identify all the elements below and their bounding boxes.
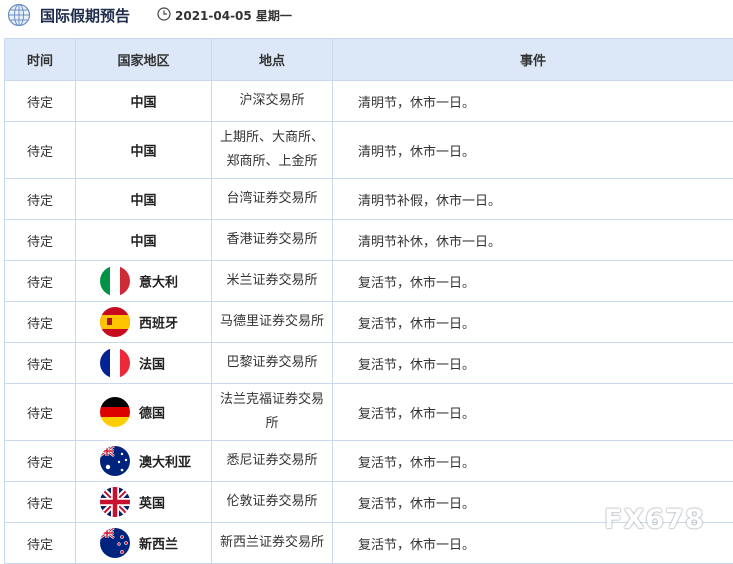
australia-flag-icon: [100, 446, 130, 476]
time-cell: 待定: [5, 441, 76, 482]
table-row: 待定 中国 香港证券交易所 清明节补休，休市一日。: [5, 220, 733, 261]
event-cell: 清明节，休市一日。: [333, 81, 733, 122]
country-cell: 澳大利亚: [76, 441, 212, 482]
column-header-country: 国家地区: [76, 39, 212, 81]
country-name: 意大利: [139, 272, 178, 291]
clock-icon: [157, 7, 171, 21]
table-row: 待定 中国 沪深交易所 清明节，休市一日。: [5, 81, 733, 122]
country-cell: 中国: [76, 81, 212, 122]
table-row: 待定 德国 法兰克福证券交易所 复活节，休市一日。: [5, 384, 733, 441]
country-name: 澳大利亚: [139, 452, 191, 471]
time-cell: 待定: [5, 81, 76, 122]
place-cell: 法兰克福证券交易所: [212, 384, 333, 441]
france-flag-icon: [100, 348, 130, 378]
place-cell: 上期所、大商所、郑商所、上金所: [212, 122, 333, 179]
column-header-time: 时间: [5, 39, 76, 81]
time-cell: 待定: [5, 343, 76, 384]
country-cell: 中国: [76, 179, 212, 220]
country-cell: 英国: [76, 482, 212, 523]
table-header-row: 时间 国家地区 地点 事件: [5, 39, 733, 81]
time-cell: 待定: [5, 302, 76, 343]
globe-icon: [7, 3, 31, 27]
time-cell: 待定: [5, 122, 76, 179]
table-row: 待定 中国 台湾证券交易所 清明节补假，休市一日。: [5, 179, 733, 220]
place-cell: 悉尼证券交易所: [212, 441, 333, 482]
page-header: 国际假期预告 2021-04-05 星期一: [0, 0, 733, 32]
country-cell: 法国: [76, 343, 212, 384]
event-cell: 清明节补假，休市一日。: [333, 179, 733, 220]
table-row: 待定 西班牙 马德里证券交易所 复活节，休市一日。: [5, 302, 733, 343]
event-cell: 清明节补休，休市一日。: [333, 220, 733, 261]
place-cell: 台湾证券交易所: [212, 179, 333, 220]
table-row: 待定 法国 巴黎证券交易所 复活节，休市一日。: [5, 343, 733, 384]
country-name: 西班牙: [139, 313, 178, 332]
uk-flag-icon: [100, 487, 130, 517]
place-cell: 巴黎证券交易所: [212, 343, 333, 384]
country-name: 新西兰: [139, 534, 178, 553]
event-cell: 清明节，休市一日。: [333, 122, 733, 179]
country-cell: 新西兰: [76, 523, 212, 564]
spain-flag-icon: [100, 307, 130, 337]
germany-flag-icon: [100, 397, 130, 427]
event-cell: 复活节，休市一日。: [333, 261, 733, 302]
country-name: 德国: [139, 403, 165, 422]
watermark-logo: FX678: [604, 504, 705, 535]
place-cell: 新西兰证券交易所: [212, 523, 333, 564]
country-name: 中国: [76, 190, 211, 209]
event-cell: 复活节，休市一日。: [333, 302, 733, 343]
column-header-event: 事件: [333, 39, 733, 81]
column-header-place: 地点: [212, 39, 333, 81]
event-cell: 复活节，休市一日。: [333, 441, 733, 482]
country-cell: 意大利: [76, 261, 212, 302]
country-name: 法国: [139, 354, 165, 373]
event-cell: 复活节，休市一日。: [333, 384, 733, 441]
table-row: 待定 澳大利亚 悉尼证券交易所 复活节，休市一日。: [5, 441, 733, 482]
country-cell: 中国: [76, 122, 212, 179]
time-cell: 待定: [5, 384, 76, 441]
event-cell: 复活节，休市一日。: [333, 343, 733, 384]
holiday-table: 时间 国家地区 地点 事件 待定 中国 沪深交易所 清明节，休市一日。 待定 中…: [4, 38, 733, 564]
italy-flag-icon: [100, 266, 130, 296]
time-cell: 待定: [5, 220, 76, 261]
place-cell: 马德里证券交易所: [212, 302, 333, 343]
country-name: 中国: [76, 141, 211, 160]
table-row: 待定 意大利 米兰证券交易所 复活节，休市一日。: [5, 261, 733, 302]
time-cell: 待定: [5, 179, 76, 220]
page-title: 国际假期预告: [40, 5, 130, 26]
place-cell: 伦敦证券交易所: [212, 482, 333, 523]
country-name: 中国: [76, 231, 211, 250]
time-cell: 待定: [5, 482, 76, 523]
time-cell: 待定: [5, 261, 76, 302]
date-label: 2021-04-05 星期一: [175, 7, 292, 24]
place-cell: 米兰证券交易所: [212, 261, 333, 302]
time-cell: 待定: [5, 523, 76, 564]
place-cell: 香港证券交易所: [212, 220, 333, 261]
place-cell: 沪深交易所: [212, 81, 333, 122]
table-row: 待定 中国 上期所、大商所、郑商所、上金所 清明节，休市一日。: [5, 122, 733, 179]
country-cell: 德国: [76, 384, 212, 441]
country-cell: 中国: [76, 220, 212, 261]
country-cell: 西班牙: [76, 302, 212, 343]
country-name: 中国: [76, 92, 211, 111]
country-name: 英国: [139, 493, 165, 512]
